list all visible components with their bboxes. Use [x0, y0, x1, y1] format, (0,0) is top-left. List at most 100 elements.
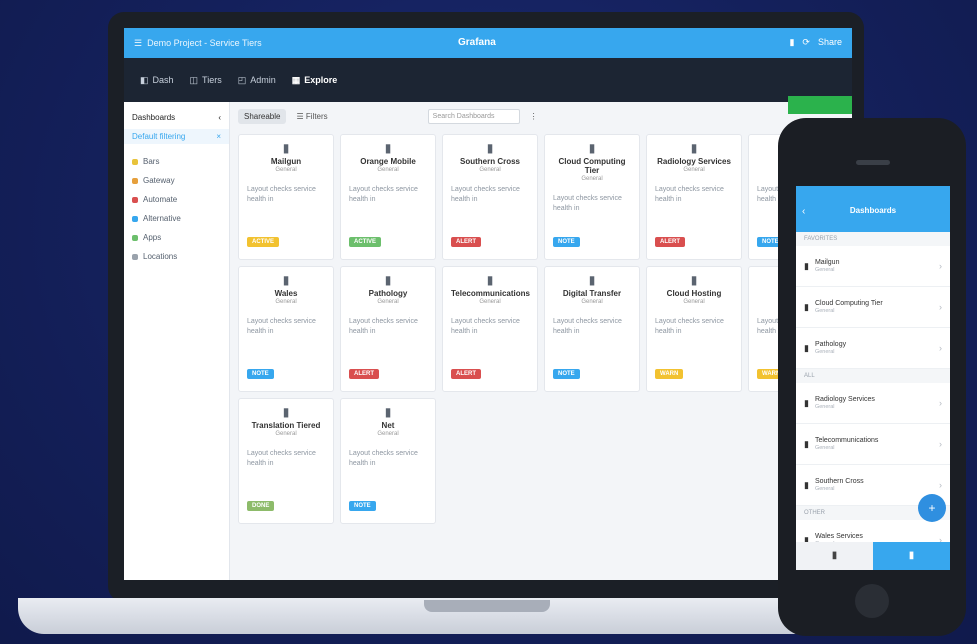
dashboard-card[interactable]: ▮ Southern Cross General Layout checks serv… — [442, 134, 538, 260]
card-subtitle: General — [683, 167, 705, 173]
phone-tabbar: ▮ ▮ — [796, 542, 950, 570]
dashboard-icon: ▮ — [690, 141, 698, 155]
dashboard-icon: ▮ — [804, 438, 809, 449]
card-title: Telecommunications — [451, 289, 530, 298]
main-nav: ◧ Dash ◫ Tiers ◰ Admin ▦ Explore — [124, 58, 852, 102]
dashboard-card[interactable]: ▮ Cloud Hosting General Layout checks servi… — [646, 266, 742, 392]
card-subtitle: General — [581, 176, 603, 182]
card-description: Layout checks service health in — [247, 318, 316, 335]
card-title: Pathology — [368, 289, 408, 298]
phone-section-header: ALL — [796, 369, 950, 383]
filters-button[interactable]: ☰ Filters — [296, 112, 327, 121]
card-description: Layout checks service health in — [655, 186, 724, 203]
dashboard-icon: ▮ — [384, 141, 392, 155]
dashboard-card[interactable]: ▮ Cloud Computing Tier General Layout check… — [544, 134, 640, 260]
project-selector[interactable]: ☰ Demo Project - Service Tiers — [134, 38, 262, 49]
card-subtitle: General — [683, 299, 705, 305]
dashboard-card[interactable]: ▮ Telecommunications General Layout checks … — [442, 266, 538, 392]
more-icon[interactable]: ⋮ — [530, 112, 538, 121]
sidebar-item-label: Gateway — [143, 176, 175, 185]
workspace: Dashboards ‹ Default filtering × Bars Gat… — [124, 96, 852, 580]
card-description: Layout checks service health in — [349, 186, 418, 203]
card-title: Wales — [274, 289, 298, 298]
phone-home-button[interactable] — [855, 584, 889, 618]
dashboard-card[interactable]: ▮ Radiology Services General Layout checks … — [646, 134, 742, 260]
nav-item-tiers[interactable]: ◫ Tiers — [190, 75, 222, 86]
item-subtitle: General — [814, 445, 835, 451]
card-title: Cloud Computing Tier — [558, 157, 626, 175]
dashboard-card[interactable]: ▮ Translation Tiered General Layout checks … — [238, 398, 334, 524]
chevron-right-icon: › — [939, 261, 942, 271]
card-description: Layout checks service health in — [349, 450, 418, 467]
item-subtitle: General — [814, 267, 835, 273]
view-button[interactable]: Shareable — [238, 108, 287, 124]
card-description: Layout checks service health in — [247, 450, 316, 467]
item-name: Wales Services — [814, 533, 863, 540]
sidebar-item[interactable]: Bars — [124, 152, 229, 171]
nav-item-explore[interactable]: ▦ Explore — [292, 75, 338, 86]
add-button[interactable]: + — [918, 494, 946, 522]
status-badge: NOTE — [553, 369, 580, 379]
dashboard-card[interactable]: ▮ Pathology General Layout checks service h… — [340, 266, 436, 392]
nav-item-label: Explore — [304, 75, 338, 85]
card-title: Radiology Services — [657, 157, 731, 166]
card-subtitle: General — [377, 299, 399, 305]
card-description: Layout checks service health in — [655, 318, 724, 335]
sidebar-item[interactable]: Locations — [124, 247, 229, 266]
sidebar-filter[interactable]: Default filtering × — [124, 129, 229, 144]
item-subtitle: General — [814, 349, 835, 355]
sidebar-item[interactable]: Apps — [124, 228, 229, 247]
phone-title: Dashboards — [849, 206, 897, 215]
card-title: Mailgun — [270, 157, 302, 166]
chevron-right-icon: › — [939, 302, 942, 312]
color-dot-icon — [132, 215, 138, 222]
sidebar-filter-label: Default filtering — [132, 132, 186, 141]
status-badge: ACTIVE — [247, 237, 280, 247]
card-subtitle: General — [479, 299, 501, 305]
item-name: Telecommunications — [814, 437, 879, 444]
main-content: Shareable ☰ Filters Search Dashboards ⋮ … — [230, 96, 852, 580]
card-description: Layout checks service health in — [247, 186, 316, 203]
tab-home[interactable]: ▮ — [796, 542, 873, 570]
sidebar-item[interactable]: Automate — [124, 190, 229, 209]
card-subtitle: General — [581, 299, 603, 305]
dashboard-card[interactable]: ▮ Net General Layout checks service health … — [340, 398, 436, 524]
dashboard-grid: ▮ Mailgun General Layout checks service hea… — [230, 130, 852, 528]
nav-item-dash[interactable]: ◧ Dash — [140, 75, 174, 86]
topbar-action[interactable]: ⟳ — [802, 37, 810, 48]
dashboard-card[interactable]: ▮ Mailgun General Layout checks service hea… — [238, 134, 334, 260]
close-icon[interactable]: × — [216, 132, 221, 141]
chevron-right-icon: › — [939, 439, 942, 449]
nav-item-admin[interactable]: ◰ Admin — [238, 75, 276, 86]
dashboard-card[interactable]: ▮ Orange Mobile General Layout checks servi… — [340, 134, 436, 260]
phone-list-item[interactable]: ▮ Telecommunications General › — [796, 424, 950, 465]
chevron-right-icon: › — [939, 343, 942, 353]
card-subtitle: General — [275, 167, 297, 173]
nav-item-label: Admin — [250, 75, 276, 85]
card-description: Layout checks service health in — [553, 195, 622, 212]
card-title: Net — [381, 421, 395, 430]
topbar-action[interactable]: Share — [818, 37, 842, 48]
sidebar-item[interactable]: Gateway — [124, 171, 229, 190]
phone-list-item[interactable]: ▮ Pathology General › — [796, 328, 950, 369]
tab-dashboards[interactable]: ▮ — [873, 542, 950, 570]
dashboard-icon: ▮ — [384, 405, 392, 419]
phone-list-item[interactable]: ▮ Mailgun General › — [796, 246, 950, 287]
dashboard-icon: ▮ — [804, 301, 809, 312]
search-input[interactable]: Search Dashboards — [427, 108, 520, 124]
topbar-action[interactable]: ▮ — [789, 37, 794, 48]
collapse-icon[interactable]: ‹ — [218, 113, 221, 122]
dashboard-card[interactable]: ▮ Wales General Layout checks service healt… — [238, 266, 334, 392]
sidebar-item[interactable]: Alternative — [124, 209, 229, 228]
card-subtitle: General — [275, 431, 297, 437]
phone-list-item[interactable]: ▮ Cloud Computing Tier General › — [796, 287, 950, 328]
color-dot-icon — [132, 234, 138, 241]
card-subtitle: General — [377, 431, 399, 437]
sidebar-item-label: Automate — [143, 195, 178, 204]
chevron-right-icon: › — [939, 398, 942, 408]
sidebar-item-label: Alternative — [143, 214, 181, 223]
phone-list-item[interactable]: ▮ Radiology Services General › — [796, 383, 950, 424]
sidebar-list: Bars Gateway Automate Alternative Apps Locati… — [124, 152, 229, 266]
dashboard-card[interactable]: ▮ Digital Transfer General Layout checks se… — [544, 266, 640, 392]
sidebar-header[interactable]: Dashboards ‹ — [124, 110, 229, 125]
